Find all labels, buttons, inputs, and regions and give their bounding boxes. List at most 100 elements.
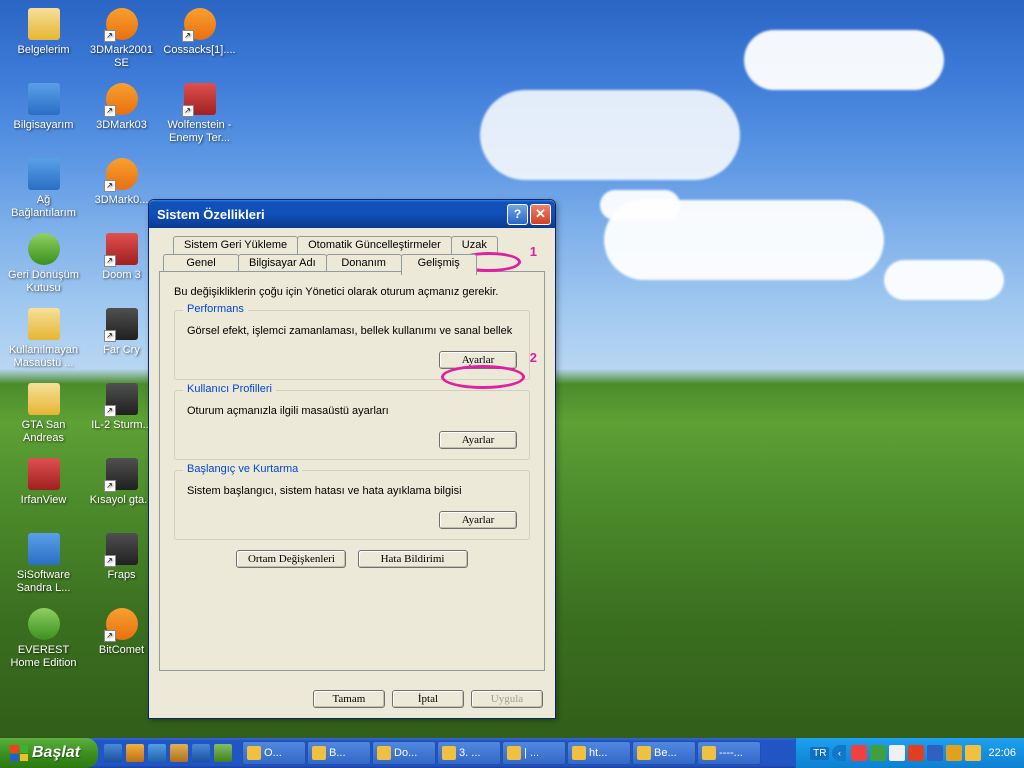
task-icon [377, 746, 391, 760]
apply-button[interactable]: Uygula [471, 690, 543, 708]
desktop-icon-label: GTA San Andreas [6, 419, 81, 444]
quick-launch-item[interactable] [170, 744, 188, 762]
help-button[interactable]: ? [507, 204, 528, 225]
shortcut-arrow-icon: ↗ [182, 30, 194, 42]
app-icon [28, 458, 60, 490]
ok-button[interactable]: Tamam [313, 690, 385, 708]
task-icon [247, 746, 261, 760]
desktop-icon[interactable]: Bilgisayarım [6, 79, 81, 154]
taskbar-task[interactable]: 3. ... [437, 741, 501, 765]
desktop-icon[interactable]: EVEREST Home Edition [6, 604, 81, 679]
quick-launch-item[interactable] [148, 744, 166, 762]
performance-group: Performans Görsel efekt, işlemci zamanla… [174, 310, 530, 380]
desktop-icon[interactable]: IrfanView [6, 454, 81, 529]
taskbar-task[interactable]: Do... [372, 741, 436, 765]
quick-launch-item[interactable] [192, 744, 210, 762]
shortcut-arrow-icon: ↗ [104, 480, 116, 492]
shortcut-arrow-icon: ↗ [104, 330, 116, 342]
start-button[interactable]: Başlat [0, 738, 98, 768]
cancel-button[interactable]: İptal [392, 690, 464, 708]
performance-title: Performans [183, 303, 248, 315]
tab[interactable]: Uzak [451, 236, 498, 255]
quick-launch-item[interactable] [214, 744, 232, 762]
task-label: Be... [654, 747, 677, 759]
tab-panel-advanced: Bu değişikliklerin çoğu için Yönetici ol… [159, 271, 545, 671]
task-icon [637, 746, 651, 760]
user-profiles-group: Kullanıcı Profilleri Oturum açmanızla il… [174, 390, 530, 460]
desktop-icon[interactable]: ↗Wolfenstein - Enemy Ter... [162, 79, 237, 154]
taskbar-task[interactable]: O... [242, 741, 306, 765]
windows-logo-icon [10, 745, 28, 761]
desktop-icon[interactable]: GTA San Andreas [6, 379, 81, 454]
desktop-icon[interactable]: Ağ Bağlantılarım [6, 154, 81, 229]
desktop-icon-label: Bilgisayarım [6, 119, 81, 132]
tab-advanced[interactable]: Gelişmiş [401, 254, 477, 275]
desktop-icon[interactable]: ↗ Cossacks[1].... [162, 4, 237, 79]
quick-launch-ie-icon[interactable] [104, 744, 122, 762]
close-button[interactable]: ✕ [530, 204, 551, 225]
task-icon [572, 746, 586, 760]
desktop-icon-label: 3DMark2001 SE [84, 44, 159, 69]
taskbar-task[interactable]: ht... [567, 741, 631, 765]
task-label: ----... [719, 747, 743, 759]
taskbar-tasks: O...B... Do... 3. ... | ... ht... Be... ----..… [238, 738, 795, 768]
tab[interactable]: Otomatik Güncelleştirmeler [297, 236, 452, 255]
user-profiles-settings-button[interactable]: Ayarlar [439, 431, 517, 449]
quick-launch-item[interactable] [126, 744, 144, 762]
taskbar-task[interactable]: Be... [632, 741, 696, 765]
app-icon: ↗ [106, 458, 138, 490]
performance-settings-button[interactable]: Ayarlar [439, 351, 517, 369]
task-icon [312, 746, 326, 760]
env-vars-button[interactable]: Ortam Değişkenleri [236, 550, 346, 568]
user-profiles-title: Kullanıcı Profilleri [183, 383, 276, 395]
desktop-icon-label: Cossacks[1].... [162, 44, 237, 57]
tray-icon[interactable] [965, 745, 981, 761]
admin-hint: Bu değişikliklerin çoğu için Yönetici ol… [174, 286, 530, 298]
app-icon: ↗ [106, 608, 138, 640]
task-label: 3. ... [459, 747, 480, 759]
error-reporting-button[interactable]: Hata Bildirimi [358, 550, 468, 568]
desktop-icon[interactable]: ↗ 3DMark03 [84, 79, 159, 154]
tray-icon[interactable] [927, 745, 943, 761]
start-label: Başlat [32, 744, 80, 762]
dialog-footer: Tamam İptal Uygula [149, 682, 555, 718]
shortcut-arrow-icon: ↗ [104, 555, 116, 567]
task-icon [442, 746, 456, 760]
desktop-icon-label: Kullanılmayan Masaüstü ... [6, 344, 81, 369]
taskbar-task[interactable]: | ... [502, 741, 566, 765]
dialog-titlebar[interactable]: Sistem Özellikleri ? ✕ [149, 200, 555, 228]
startup-recovery-settings-button[interactable]: Ayarlar [439, 511, 517, 529]
task-icon [702, 746, 716, 760]
desktop-icon[interactable]: Geri Dönüşüm Kutusu [6, 229, 81, 304]
desktop-icon[interactable]: ↗3DMark2001 SE [84, 4, 159, 79]
taskbar-task[interactable]: ----... [697, 741, 761, 765]
app-icon: ↗ [106, 83, 138, 115]
startup-recovery-desc: Sistem başlangıcı, sistem hatası ve hata… [187, 485, 517, 497]
task-label: Do... [394, 747, 417, 759]
app-icon: ↗ [106, 383, 138, 415]
desktop-icon[interactable]: Belgelerim [6, 4, 81, 79]
tray-icon[interactable] [946, 745, 962, 761]
desktop-icon[interactable]: SiSoftware Sandra L... [6, 529, 81, 604]
tray-expand-icon[interactable]: ‹ [832, 745, 846, 761]
taskbar: Başlat O...B... Do... 3. ... | ... ht... Be..… [0, 738, 1024, 768]
tab[interactable]: Sistem Geri Yükleme [173, 236, 298, 255]
tray-icon[interactable] [889, 745, 905, 761]
app-icon: ↗ [106, 308, 138, 340]
desktop-icon-label: IrfanView [6, 494, 81, 507]
system-properties-dialog: Sistem Özellikleri ? ✕ Sistem Geri Yükle… [148, 199, 556, 719]
desktop-icon-label: Belgelerim [6, 44, 81, 57]
task-label: | ... [524, 747, 539, 759]
desktop-icon[interactable]: Kullanılmayan Masaüstü ... [6, 304, 81, 379]
clock[interactable]: 22:06 [988, 747, 1016, 759]
desktop-icon-label: 3DMark03 [84, 119, 159, 132]
app-icon [28, 308, 60, 340]
app-icon [28, 383, 60, 415]
desktop-icon-label: Ağ Bağlantılarım [6, 194, 81, 219]
tray-icon[interactable] [851, 745, 867, 761]
taskbar-task[interactable]: B... [307, 741, 371, 765]
language-indicator[interactable]: TR [810, 747, 829, 760]
tray-icon[interactable] [908, 745, 924, 761]
tray-icon[interactable] [870, 745, 886, 761]
startup-recovery-group: Başlangıç ve Kurtarma Sistem başlangıcı,… [174, 470, 530, 540]
